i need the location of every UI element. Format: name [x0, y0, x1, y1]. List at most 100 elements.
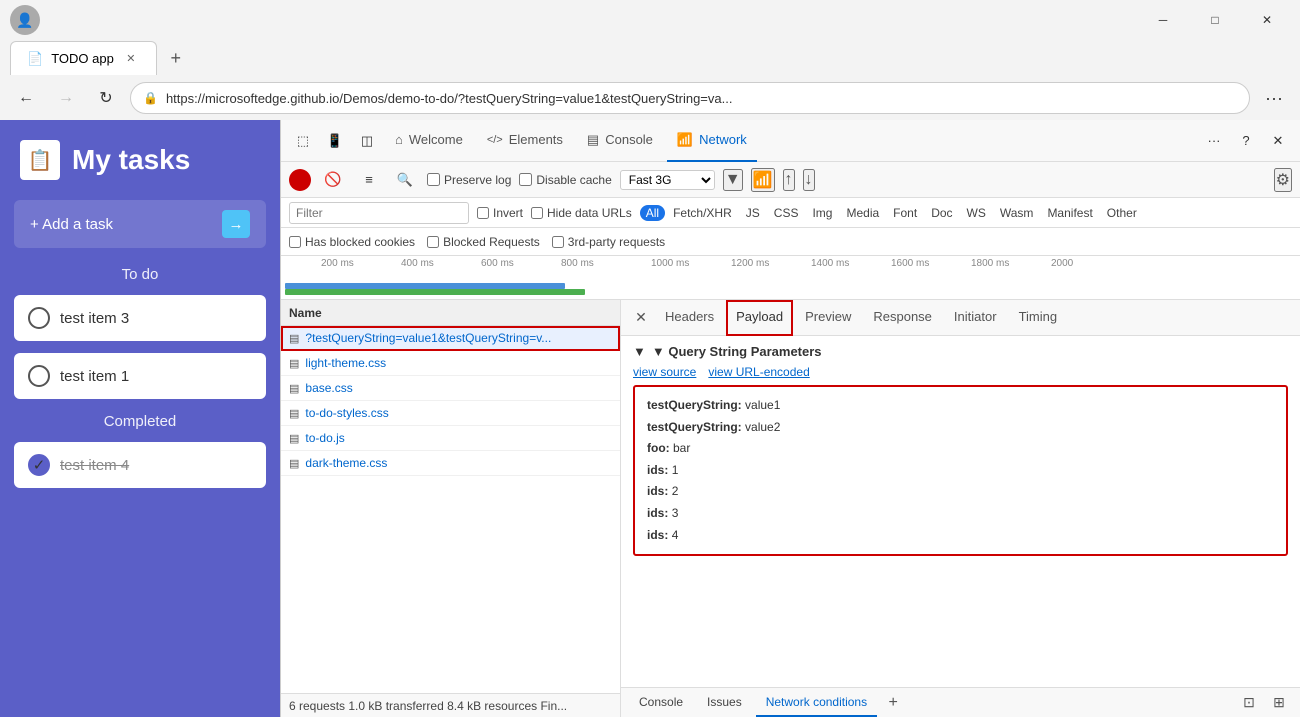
- network-online-icon[interactable]: 📶: [751, 168, 775, 192]
- bottom-tab-network-conditions[interactable]: Network conditions: [756, 689, 877, 717]
- request-row-3[interactable]: ▤ to-do-styles.css: [281, 401, 620, 426]
- undock-button[interactable]: ⊡: [1236, 690, 1262, 716]
- bottom-tab-add-button[interactable]: +: [881, 691, 905, 715]
- network-settings-button[interactable]: ⚙: [1274, 168, 1292, 192]
- filter-input[interactable]: [289, 202, 469, 224]
- details-close-button[interactable]: ✕: [629, 306, 653, 330]
- view-url-encoded-link[interactable]: view URL-encoded: [708, 365, 809, 379]
- details-tab-payload[interactable]: Payload: [726, 300, 793, 336]
- invert-checkbox[interactable]: [477, 207, 489, 219]
- task-item-test4[interactable]: ✓ test item 4: [14, 442, 266, 488]
- request-row-5[interactable]: ▤ dark-theme.css: [281, 451, 620, 476]
- download-icon[interactable]: ↓: [803, 169, 815, 191]
- filter-bar: Invert Hide data URLs All Fetch/XHR JS C…: [281, 198, 1300, 228]
- refresh-button[interactable]: ↻: [90, 82, 122, 114]
- request-row-1[interactable]: ▤ light-theme.css: [281, 351, 620, 376]
- clear-button[interactable]: 🚫: [319, 166, 347, 194]
- search-button[interactable]: 🔍: [391, 166, 419, 194]
- filter-types: All Fetch/XHR JS CSS Img Media Font Doc …: [640, 205, 1143, 221]
- timeline-tick-600: 600 ms: [481, 258, 514, 269]
- profile-avatar[interactable]: 👤: [10, 5, 40, 35]
- blocked-requests-checkbox[interactable]: [427, 236, 439, 248]
- task-item-test1[interactable]: test item 1: [14, 353, 266, 399]
- param-key-6: ids:: [647, 528, 668, 542]
- blocked-cookies-checkbox[interactable]: [289, 236, 301, 248]
- devtools-tab-console[interactable]: ▤ Console: [577, 120, 663, 162]
- details-tab-initiator[interactable]: Initiator: [944, 300, 1007, 336]
- new-tab-button[interactable]: +: [161, 43, 191, 73]
- ftype-fetch-xhr[interactable]: Fetch/XHR: [667, 205, 738, 221]
- hide-data-urls-checkbox[interactable]: [531, 207, 543, 219]
- url-bar[interactable]: 🔒 https://microsoftedge.github.io/Demos/…: [130, 82, 1250, 114]
- timeline-tick-2000: 2000: [1051, 258, 1073, 269]
- add-task-button[interactable]: + Add a task →: [14, 200, 266, 248]
- devtools-tab-welcome[interactable]: ⌂ Welcome: [385, 120, 473, 162]
- disable-cache-label[interactable]: Disable cache: [519, 173, 611, 187]
- devtools-tab-network[interactable]: 📶 Network: [667, 120, 757, 162]
- ftype-css[interactable]: CSS: [768, 205, 805, 221]
- task-checkbox-test1[interactable]: [28, 365, 50, 387]
- tab-close-button[interactable]: ✕: [122, 50, 140, 68]
- devtools-more-button[interactable]: ···: [1200, 127, 1228, 155]
- request-row-0[interactable]: ▤ ?testQueryString=value1&testQueryStrin…: [281, 326, 620, 351]
- ftype-ws[interactable]: WS: [961, 205, 992, 221]
- third-party-checkbox[interactable]: [552, 236, 564, 248]
- hide-data-urls-checkbox-label[interactable]: Hide data URLs: [531, 206, 632, 220]
- devtools-sidebar-button[interactable]: ◫: [353, 127, 381, 155]
- task-checkbox-test3[interactable]: [28, 307, 50, 329]
- maximize-button[interactable]: □: [1192, 4, 1238, 36]
- ftype-js[interactable]: JS: [740, 205, 766, 221]
- main-area: 📋 My tasks + Add a task → To do test ite…: [0, 120, 1300, 717]
- invert-checkbox-label[interactable]: Invert: [477, 206, 523, 220]
- elements-tab-icon: </>: [487, 134, 503, 146]
- ftype-wasm[interactable]: Wasm: [994, 205, 1040, 221]
- throttle-select[interactable]: Fast 3G No throttling Slow 3G Offline: [620, 170, 715, 190]
- bottom-tab-console[interactable]: Console: [629, 689, 693, 717]
- upload-icon[interactable]: ↑: [783, 169, 795, 191]
- todo-app-icon: 📋: [20, 140, 60, 180]
- devtools-close-button[interactable]: ✕: [1264, 127, 1292, 155]
- bottom-tab-issues[interactable]: Issues: [697, 689, 752, 717]
- details-tab-response[interactable]: Response: [863, 300, 942, 336]
- view-source-link[interactable]: view source: [633, 365, 696, 379]
- minimize-button[interactable]: ─: [1140, 4, 1186, 36]
- ftype-media[interactable]: Media: [840, 205, 885, 221]
- dock-button[interactable]: ⊞: [1266, 690, 1292, 716]
- back-button[interactable]: ←: [10, 82, 42, 114]
- request-icon-5: ▤: [289, 457, 299, 470]
- ftype-other[interactable]: Other: [1101, 205, 1143, 221]
- forward-button[interactable]: →: [50, 82, 82, 114]
- ftype-font[interactable]: Font: [887, 205, 923, 221]
- ftype-manifest[interactable]: Manifest: [1041, 205, 1098, 221]
- ftype-img[interactable]: Img: [806, 205, 838, 221]
- devtools-device-button[interactable]: 📱: [321, 127, 349, 155]
- devtools-help-button[interactable]: ?: [1232, 127, 1260, 155]
- third-party-label[interactable]: 3rd-party requests: [552, 235, 665, 249]
- payload-links: view source view URL-encoded: [633, 365, 1288, 379]
- filter-stream-button[interactable]: ≡: [355, 166, 383, 194]
- disable-cache-checkbox[interactable]: [519, 173, 532, 186]
- blocked-requests-label[interactable]: Blocked Requests: [427, 235, 540, 249]
- record-button[interactable]: [289, 169, 311, 191]
- browser-tab-todo[interactable]: 📄 TODO app ✕: [10, 41, 157, 75]
- request-row-4[interactable]: ▤ to-do.js: [281, 426, 620, 451]
- browser-more-button[interactable]: ···: [1258, 82, 1290, 114]
- details-tab-preview[interactable]: Preview: [795, 300, 861, 336]
- task-item-test3[interactable]: test item 3: [14, 295, 266, 341]
- query-string-section-header[interactable]: ▼ ▼ Query String Parameters: [633, 344, 1288, 359]
- details-tab-timing[interactable]: Timing: [1009, 300, 1068, 336]
- devtools-tab-elements[interactable]: </> Elements: [477, 120, 573, 162]
- preserve-log-checkbox[interactable]: [427, 173, 440, 186]
- status-text: 6 requests 1.0 kB transferred 8.4 kB res…: [289, 699, 567, 713]
- blocked-cookies-label[interactable]: Has blocked cookies: [289, 235, 415, 249]
- ftype-all[interactable]: All: [640, 205, 665, 221]
- details-tab-headers[interactable]: Headers: [655, 300, 724, 336]
- throttle-dropdown-button[interactable]: ▼: [723, 169, 743, 191]
- task-checkbox-test4[interactable]: ✓: [28, 454, 50, 476]
- preserve-log-label[interactable]: Preserve log: [427, 173, 511, 187]
- close-button[interactable]: ✕: [1244, 4, 1290, 36]
- ftype-doc[interactable]: Doc: [925, 205, 958, 221]
- devtools-inspect-button[interactable]: ⬚: [289, 127, 317, 155]
- requests-panel: Name ▤ ?testQueryString=value1&testQuery…: [281, 300, 621, 717]
- request-row-2[interactable]: ▤ base.css: [281, 376, 620, 401]
